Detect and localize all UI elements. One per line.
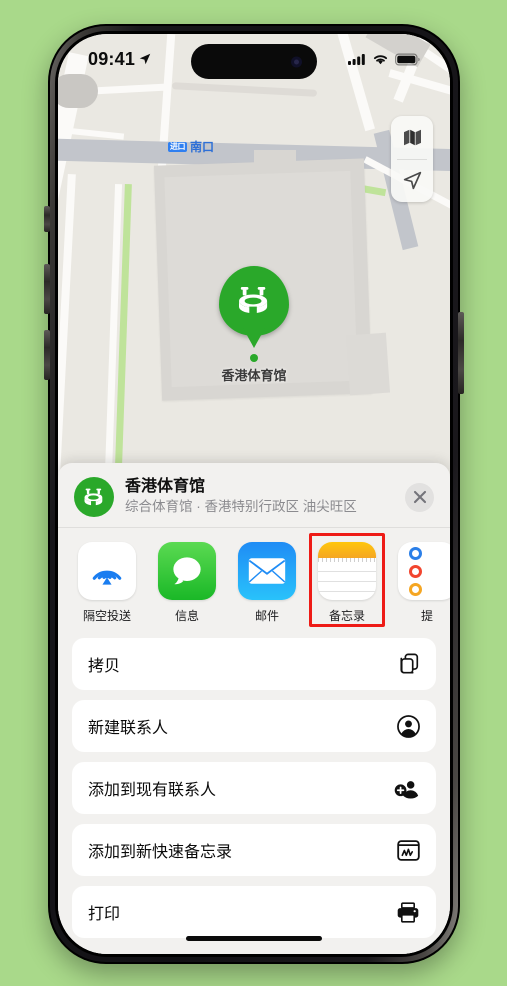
action-label: 新建联系人 bbox=[88, 720, 169, 737]
action-row-copy[interactable]: 拷贝 bbox=[72, 638, 436, 690]
home-indicator[interactable] bbox=[186, 936, 322, 941]
stadium-icon bbox=[239, 286, 268, 315]
status-bar-time: 09:41 bbox=[88, 48, 136, 69]
map-pin[interactable] bbox=[219, 266, 289, 336]
share-target-mail[interactable]: 邮件 bbox=[236, 542, 298, 624]
action-label: 添加到现有联系人 bbox=[88, 782, 217, 799]
action-row-new-quick-note[interactable]: 添加到新快速备忘录 bbox=[72, 824, 436, 876]
map-label-text: 南口 bbox=[190, 140, 215, 154]
share-sheet-title: 香港体育馆 bbox=[125, 478, 206, 496]
share-target-messages[interactable]: 信息 bbox=[156, 542, 218, 624]
share-targets-row[interactable]: 隔空投送 信息 邮件 备忘录 提 bbox=[58, 528, 450, 632]
share-target-label: 邮件 bbox=[254, 609, 279, 623]
map-pin-anchor-dot bbox=[250, 354, 258, 362]
notes-icon bbox=[318, 542, 376, 600]
map-controls bbox=[391, 116, 433, 202]
reminders-icon bbox=[398, 542, 450, 600]
locate-me-button[interactable] bbox=[391, 159, 433, 202]
phone-screen: 进口 南口 香港体育馆 09:41 香港体育馆 综合体育馆 · 香港特别行政区 … bbox=[58, 34, 450, 954]
map-controls-divider bbox=[397, 159, 427, 160]
printer-icon bbox=[396, 901, 420, 923]
map-road bbox=[171, 82, 318, 97]
notes-icon-band bbox=[318, 542, 376, 558]
wifi-icon bbox=[373, 55, 388, 65]
battery-full-icon bbox=[395, 53, 420, 65]
silent-switch[interactable] bbox=[44, 206, 50, 232]
notes-icon-rule bbox=[318, 591, 376, 592]
dynamic-island bbox=[191, 44, 317, 79]
share-target-notes[interactable]: 备忘录 bbox=[309, 533, 385, 627]
map-street-label: 进口 南口 bbox=[168, 138, 214, 155]
map-pin-label: 香港体育馆 bbox=[221, 368, 287, 383]
action-label: 打印 bbox=[88, 906, 121, 923]
folded-map-icon bbox=[403, 129, 421, 146]
navigation-arrow-icon bbox=[403, 171, 421, 190]
action-label: 拷贝 bbox=[88, 658, 121, 675]
mail-icon bbox=[238, 542, 296, 600]
front-camera bbox=[291, 56, 302, 67]
share-target-label: 备忘录 bbox=[328, 609, 365, 623]
action-label: 添加到新快速备忘录 bbox=[88, 844, 233, 861]
signal-bars-icon bbox=[348, 54, 365, 65]
messages-icon bbox=[158, 542, 216, 600]
action-row-add-existing-contact[interactable]: 添加到现有联系人 bbox=[72, 762, 436, 814]
share-target-label: 隔空投送 bbox=[82, 609, 131, 623]
screenshot-stage: 进口 南口 香港体育馆 09:41 香港体育馆 综合体育馆 · 香港特别行政区 … bbox=[0, 0, 507, 986]
share-sheet: 香港体育馆 综合体育馆 · 香港特别行政区 油尖旺区 隔空投送 信息 邮件 备忘… bbox=[58, 463, 450, 954]
action-row-new-contact[interactable]: 新建联系人 bbox=[72, 700, 436, 752]
share-sheet-titles: 香港体育馆 综合体育馆 · 香港特别行政区 油尖旺区 bbox=[125, 477, 405, 516]
copy-icon bbox=[399, 653, 420, 675]
power-button[interactable] bbox=[458, 312, 464, 394]
notes-icon-rule bbox=[318, 581, 376, 582]
map-pin-group[interactable]: 香港体育馆 bbox=[58, 266, 450, 384]
reminder-dot-orange bbox=[409, 582, 422, 596]
status-bar-left: 09:41 bbox=[88, 49, 152, 70]
location-arrow-icon bbox=[139, 53, 151, 65]
person-add-icon bbox=[394, 777, 420, 799]
airdrop-icon bbox=[78, 542, 136, 600]
close-icon bbox=[413, 490, 426, 504]
share-actions-list: 拷贝 新建联系人 添加到现有联系人 添加到新快速备忘录 打印 bbox=[58, 632, 450, 938]
quick-note-icon bbox=[397, 839, 420, 861]
volume-down-button[interactable] bbox=[44, 330, 50, 380]
share-target-airdrop[interactable]: 隔空投送 bbox=[76, 542, 138, 624]
reminder-dot-blue bbox=[409, 546, 422, 560]
status-bar-right bbox=[348, 53, 420, 66]
share-target-label: 提 bbox=[420, 609, 433, 623]
map-building bbox=[254, 150, 296, 172]
stadium-icon bbox=[84, 488, 103, 506]
notes-icon-perforation bbox=[318, 558, 376, 562]
volume-up-button[interactable] bbox=[44, 264, 50, 314]
share-target-label: 信息 bbox=[174, 609, 199, 623]
action-row-print[interactable]: 打印 bbox=[72, 886, 436, 938]
person-circle-icon bbox=[397, 714, 420, 738]
map-layers-button[interactable] bbox=[391, 116, 433, 159]
share-sheet-place-icon bbox=[74, 477, 114, 517]
share-target-reminders[interactable]: 提 bbox=[396, 542, 450, 624]
notes-icon-rule bbox=[318, 571, 376, 572]
map-label-chip: 进口 bbox=[168, 141, 187, 152]
share-sheet-header: 香港体育馆 综合体育馆 · 香港特别行政区 油尖旺区 bbox=[58, 463, 450, 527]
share-sheet-subtitle: 综合体育馆 · 香港特别行政区 油尖旺区 bbox=[125, 499, 357, 515]
close-button[interactable] bbox=[405, 482, 434, 512]
reminder-dot-red bbox=[409, 564, 422, 578]
